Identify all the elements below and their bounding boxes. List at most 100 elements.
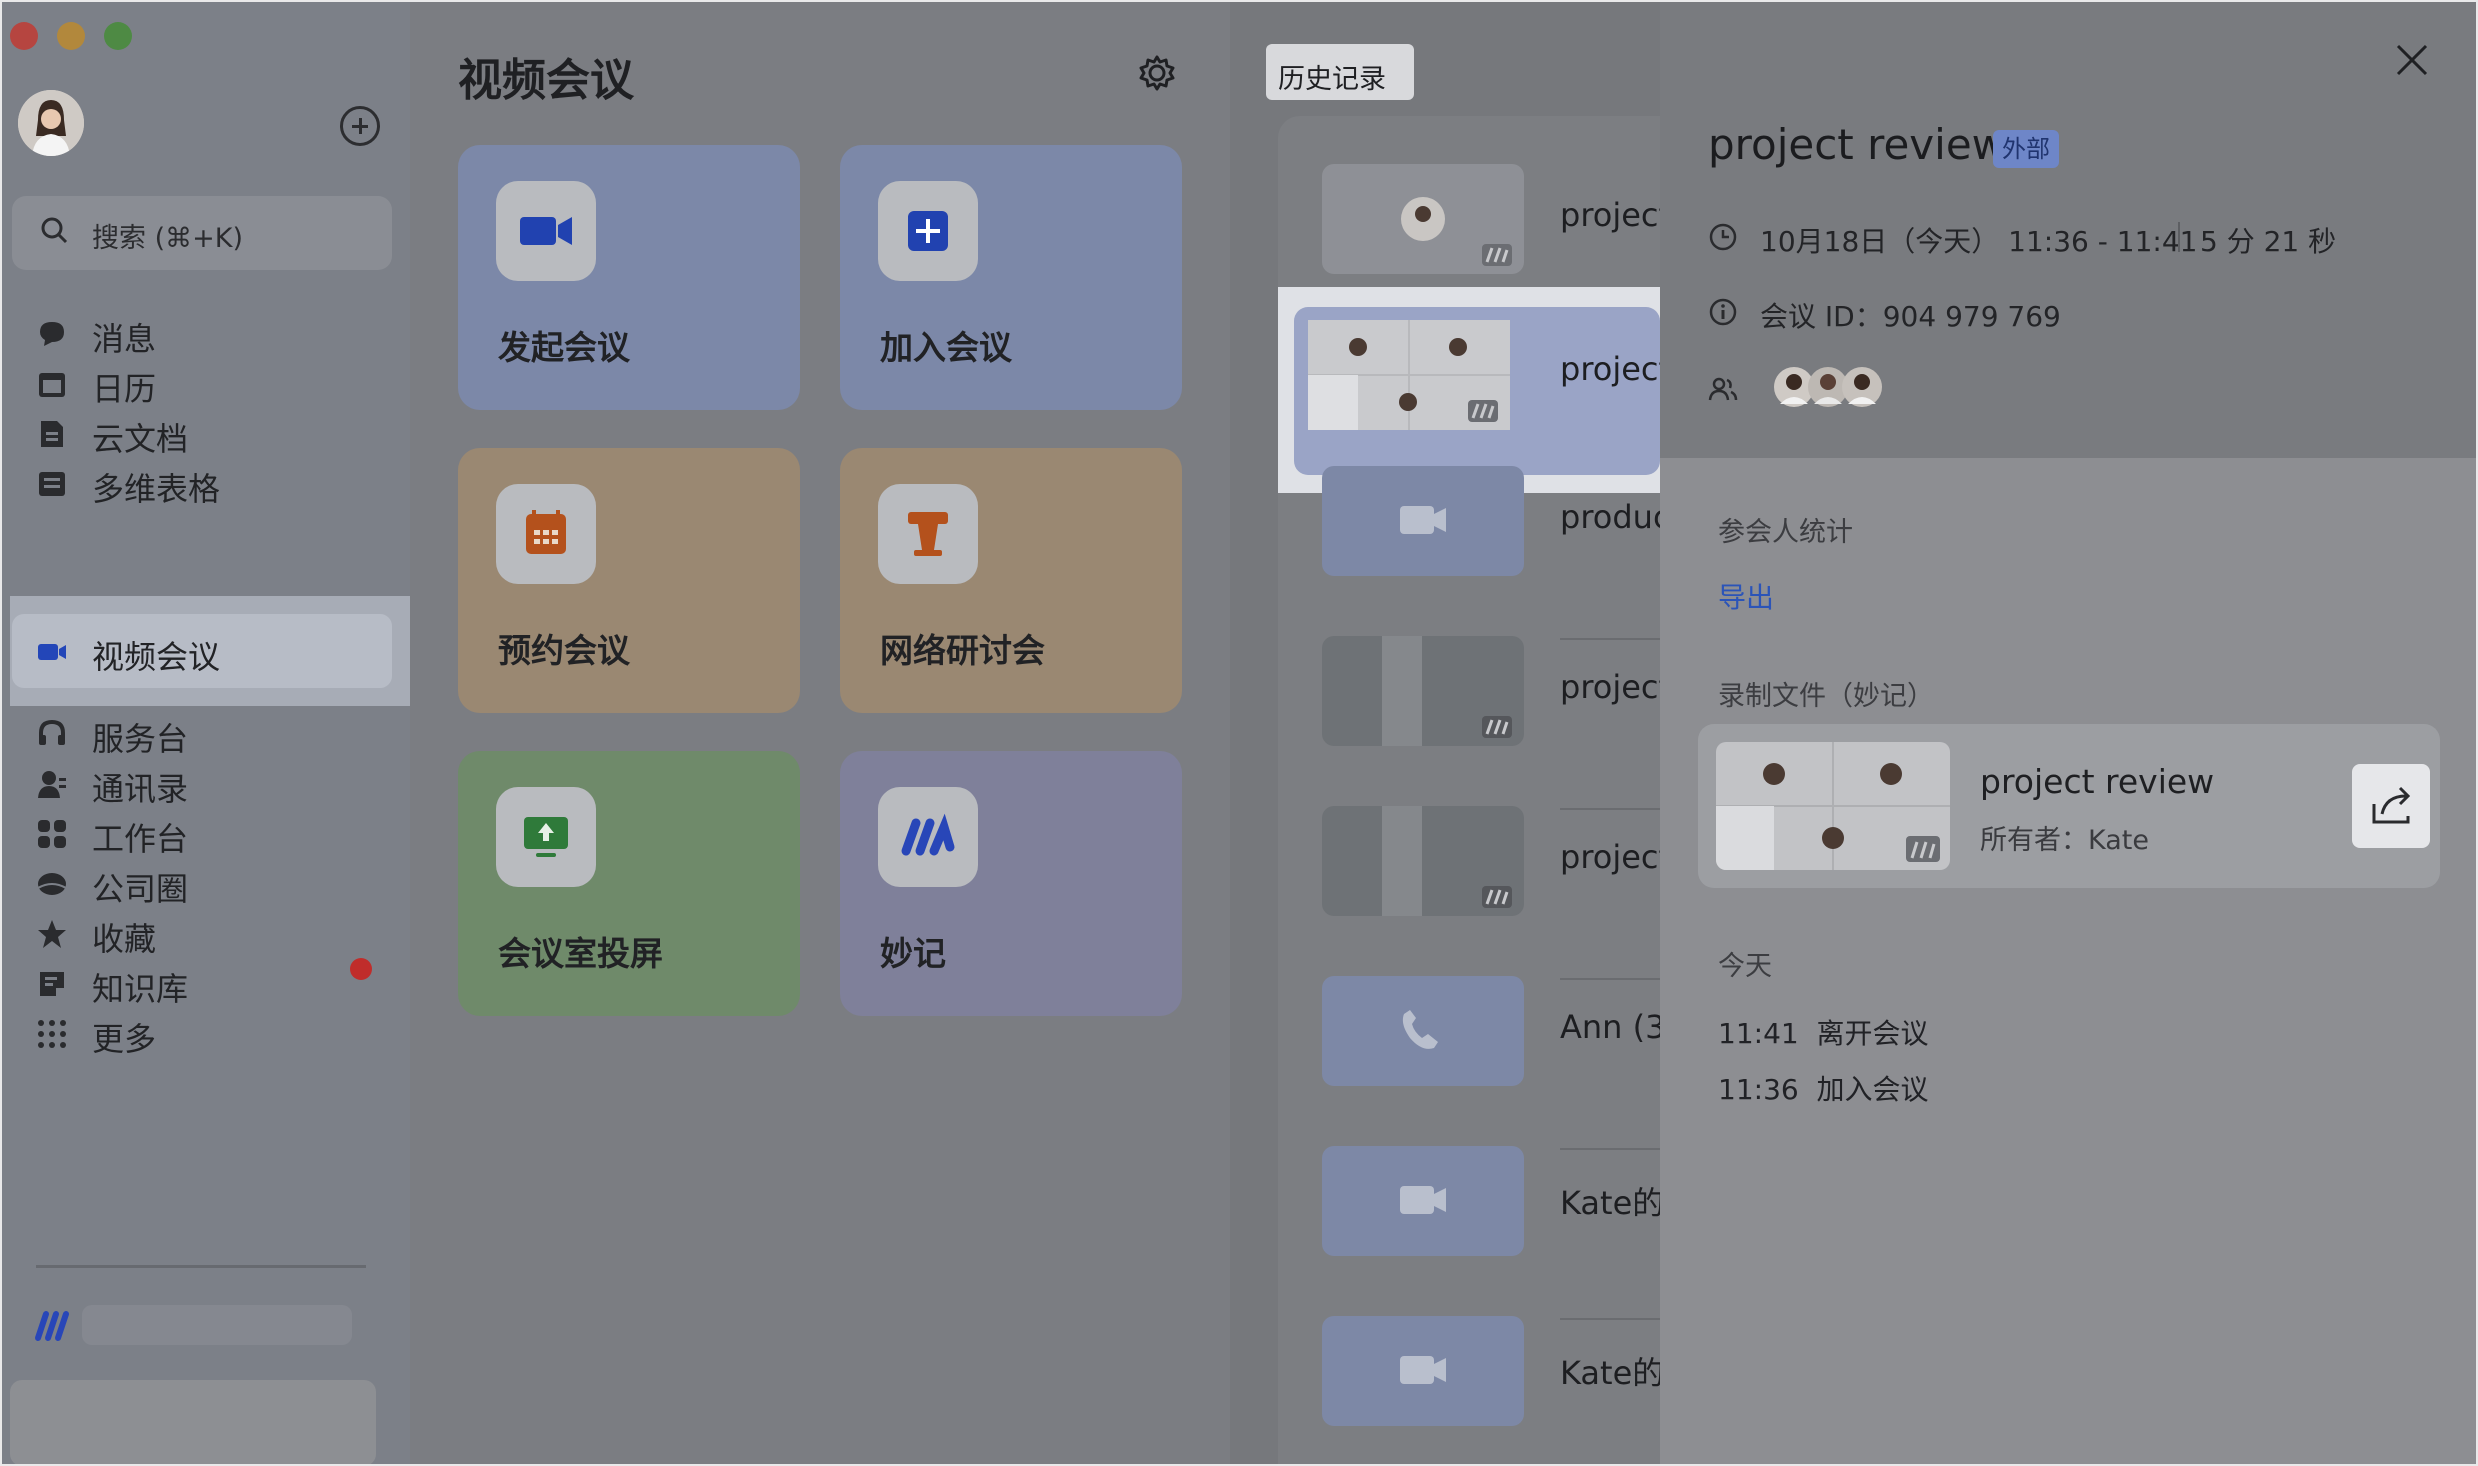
- tab-history[interactable]: 历史记录: [1266, 44, 1414, 100]
- close-icon[interactable]: [2388, 36, 2436, 84]
- row-title: project: [1560, 196, 1660, 234]
- participant-avatars[interactable]: [1770, 362, 1920, 412]
- tile-label: 妙记: [880, 934, 946, 973]
- share-icon: [2372, 786, 2411, 824]
- meeting-duration: 5 分 21 秒: [2200, 225, 2337, 258]
- meeting-thumbnail: [1322, 976, 1524, 1086]
- tile-label: 加入会议: [880, 328, 1012, 367]
- meeting-title: project review: [1708, 120, 2007, 169]
- event-time: 11:41: [1718, 1017, 1799, 1050]
- list-item[interactable]: project: [1278, 116, 1660, 286]
- stats-label: 参会人统计: [1718, 517, 1853, 548]
- close-window-button[interactable]: [10, 22, 38, 50]
- tile-label: 会议室投屏: [498, 934, 663, 973]
- list-item[interactable]: project: [1278, 286, 1660, 456]
- screen-share-icon: [496, 787, 596, 887]
- minutes-icon: [878, 787, 978, 887]
- minutes-tile[interactable]: 妙记: [840, 751, 1182, 1016]
- page-title: 视频会议: [458, 55, 634, 106]
- search-placeholder: 搜索 (⌘+K): [92, 223, 243, 254]
- sidebar-divider: [36, 1265, 366, 1268]
- event-time: 11:36: [1718, 1073, 1799, 1106]
- external-badge: 外部: [1993, 130, 2059, 168]
- start-meeting-tile[interactable]: 发起会议: [458, 145, 800, 410]
- sidebar-item-label: 多维表格: [92, 470, 221, 508]
- meeting-thumbnail: [1322, 636, 1524, 746]
- blurred-footer: [10, 1380, 376, 1466]
- meeting-thumbnail: [1308, 320, 1510, 430]
- add-icon[interactable]: [340, 106, 380, 146]
- recording-file-owner: 所有者：Kate: [1980, 825, 2149, 856]
- meeting-id-value[interactable]: 904 979 769: [1883, 300, 2061, 333]
- recording-label: 录制文件（妙记）: [1718, 681, 1934, 712]
- sidebar: 搜索 (⌘+K) 消息 日历 云文档 多维表格 视频会议 服务台 通讯录 工作台…: [0, 0, 410, 1466]
- list-item[interactable]: produc: [1278, 456, 1660, 640]
- history-rows: project project produc project project A…: [1278, 116, 1660, 1466]
- row-title: produc: [1560, 498, 1660, 536]
- schedule-icon: [496, 484, 596, 584]
- export-link[interactable]: 导出: [1718, 576, 1774, 616]
- room-cast-tile[interactable]: 会议室投屏: [458, 751, 800, 1016]
- row-title: Kate的: [1560, 1184, 1660, 1222]
- participants-icon: [1708, 377, 1738, 401]
- meeting-thumbnail: [1322, 466, 1524, 576]
- row-title: project: [1560, 668, 1660, 706]
- table-icon: [39, 472, 65, 496]
- video-icon: [38, 644, 66, 660]
- blurred-app-entry: [82, 1305, 352, 1345]
- search-input[interactable]: 搜索 (⌘+K): [12, 196, 392, 270]
- clock-icon: [1709, 223, 1737, 251]
- podium-icon: [878, 484, 978, 584]
- list-item[interactable]: Kate的: [1278, 1136, 1660, 1320]
- sidebar-item-video-meeting[interactable]: 视频会议: [12, 614, 392, 688]
- avatar[interactable]: [18, 90, 84, 156]
- row-title: project: [1560, 838, 1660, 876]
- list-item[interactable]: project: [1278, 626, 1660, 810]
- event-action: 离开会议: [1816, 1017, 1929, 1050]
- sidebar-item-bitable[interactable]: 多维表格: [12, 446, 392, 520]
- meeting-detail-panel: project review 外部 10月18日（今天） 11:36 - 11:…: [1660, 0, 2478, 1466]
- row-title: Kate的: [1560, 1354, 1660, 1392]
- meeting-thumbnail: [1322, 806, 1524, 916]
- timeline-entry: 11:41 离开会议: [1718, 1012, 1929, 1052]
- sidebar-item-label: 更多: [92, 1020, 157, 1058]
- webinar-tile[interactable]: 网络研讨会: [840, 448, 1182, 713]
- tile-label: 发起会议: [498, 328, 630, 367]
- join-meeting-tile[interactable]: 加入会议: [840, 145, 1182, 410]
- meeting-time: 10月18日（今天） 11:36 - 11:41: [1760, 225, 2198, 258]
- sidebar-item-more[interactable]: 更多: [12, 996, 392, 1070]
- row-title: project: [1560, 350, 1660, 388]
- meeting-thumbnail: [1322, 164, 1524, 274]
- search-icon: [41, 217, 68, 244]
- camera-icon: [496, 181, 596, 281]
- app-window: 搜索 (⌘+K) 消息 日历 云文档 多维表格 视频会议 服务台 通讯录 工作台…: [0, 0, 2478, 1466]
- meeting-id-row: 会议 ID：904 979 769: [1760, 295, 2061, 335]
- list-item[interactable]: Ann (3: [1278, 966, 1660, 1150]
- today-label: 今天: [1718, 951, 1772, 982]
- sidebar-item-label: 视频会议: [92, 638, 221, 676]
- recording-file-card[interactable]: project review 所有者：Kate: [1698, 724, 2440, 888]
- tile-label: 预约会议: [498, 631, 630, 670]
- meeting-id-label: 会议 ID：: [1760, 300, 1883, 333]
- info-icon: [1709, 298, 1737, 326]
- gear-icon[interactable]: [1138, 54, 1176, 92]
- more-icon: [38, 1020, 66, 1048]
- tile-label: 网络研讨会: [880, 631, 1045, 670]
- time-divider: [2178, 222, 2180, 252]
- recording-thumbnail: [1716, 742, 1950, 870]
- recording-file-name: project review: [1980, 762, 2215, 801]
- minutes-app-icon[interactable]: [34, 1308, 78, 1344]
- video-meeting-panel: 视频会议 发起会议 加入会议 预约会议 网络研讨会 会议室投屏 妙记: [410, 0, 1230, 1466]
- meeting-thumbnail: [1322, 1146, 1524, 1256]
- event-action: 加入会议: [1816, 1073, 1929, 1106]
- schedule-meeting-tile[interactable]: 预约会议: [458, 448, 800, 713]
- join-plus-icon: [878, 181, 978, 281]
- meeting-thumbnail: [1322, 1316, 1524, 1426]
- timeline-entry: 11:36 加入会议: [1718, 1068, 1929, 1108]
- tab-label: 历史记录: [1278, 64, 1386, 95]
- minimize-window-button[interactable]: [57, 22, 85, 50]
- share-button[interactable]: [2352, 764, 2430, 848]
- zoom-window-button[interactable]: [104, 22, 132, 50]
- list-item[interactable]: Kate的: [1278, 1306, 1660, 1466]
- list-item[interactable]: project: [1278, 796, 1660, 980]
